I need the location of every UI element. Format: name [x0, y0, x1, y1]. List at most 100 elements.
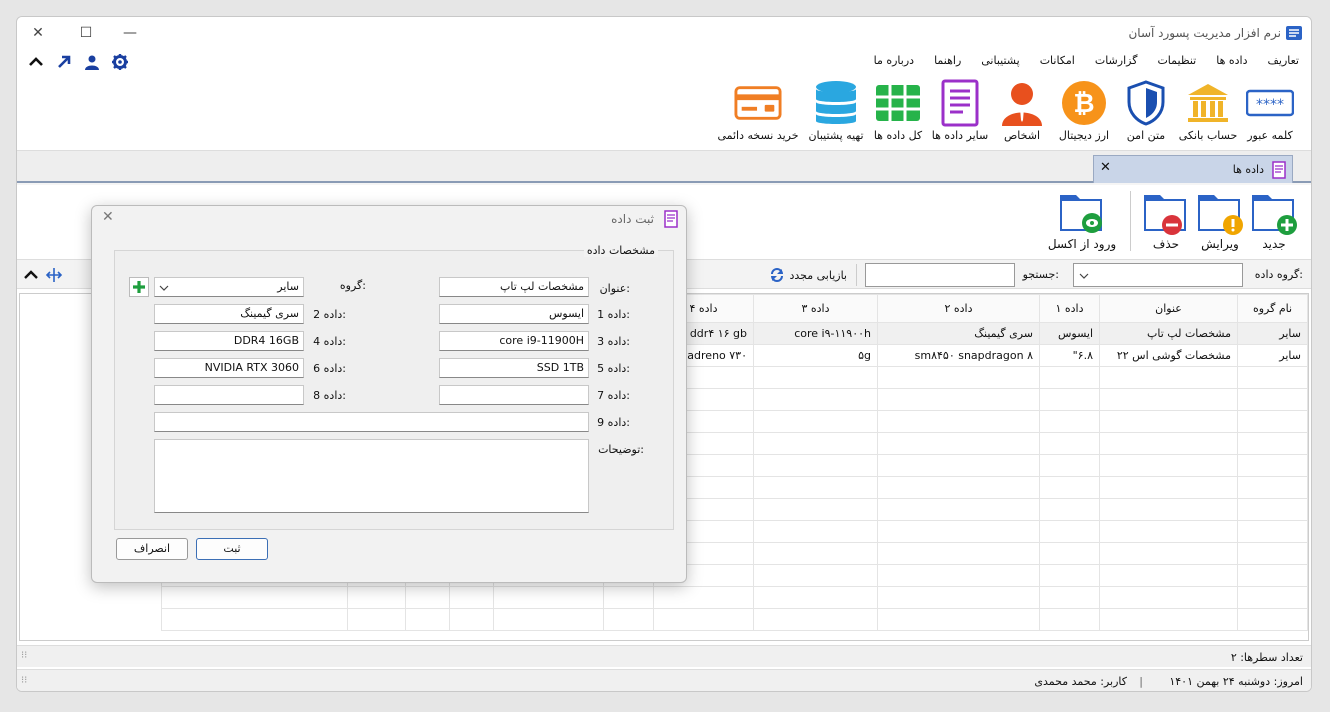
dialog-title: ثبت داده [611, 212, 654, 226]
ribbon-password[interactable]: **** کلمه عبور [1241, 79, 1299, 142]
ribbon-crypto-label: ارز دیجیتال [1058, 129, 1110, 142]
menu-help[interactable]: راهنما [934, 54, 961, 67]
refresh-button[interactable]: بازیابی مجدد [769, 267, 847, 283]
data1-field[interactable]: ایسوس [439, 304, 589, 324]
edit-button-label: ویرایش [1201, 237, 1239, 251]
ribbon-secure-text[interactable]: متن امن [1117, 79, 1175, 142]
data-details-title: مشخصات داده [583, 244, 658, 257]
search-label: جستجو: [1022, 268, 1059, 281]
tab-close-icon[interactable]: ✕ [1100, 160, 1111, 175]
ribbon-bank-label: حساب بانکی [1178, 129, 1238, 142]
new-button[interactable]: جدید [1247, 187, 1301, 251]
chevron-down-icon [159, 285, 169, 291]
svg-text:₿: ₿ [1073, 89, 1094, 119]
chevron-up-icon[interactable] [23, 267, 39, 283]
close-window-button[interactable]: ✕ [27, 23, 49, 43]
menu-about[interactable]: درباره ما [874, 54, 914, 67]
column-header[interactable]: داده ۲ [877, 294, 1040, 323]
ribbon-persons-label: اشخاص [1003, 129, 1041, 142]
title-field[interactable]: مشخصات لپ تاپ [439, 277, 589, 297]
edit-button[interactable]: ویرایش [1193, 187, 1247, 251]
menu-features[interactable]: امکانات [1040, 54, 1075, 67]
cancel-button[interactable]: انصراف [116, 538, 188, 560]
chevron-up-icon[interactable] [27, 53, 45, 71]
app-title: نرم افزار مدیریت پسورد آسان [1128, 26, 1281, 40]
grip-icon: ⁝⁝ [21, 650, 28, 661]
menu-data[interactable]: داده ها [1216, 54, 1247, 67]
column-header[interactable]: داده ۱ [1039, 294, 1100, 323]
import-excel-button[interactable]: ورود از اکسل [1042, 187, 1122, 251]
data2-label: داده 2: [313, 308, 346, 321]
document-tabs: ✕ داده ها [17, 151, 1311, 183]
ribbon-persons[interactable]: اشخاص [993, 79, 1051, 142]
minimize-window-button[interactable]: — [119, 23, 141, 43]
column-header[interactable]: عنوان [1099, 294, 1238, 323]
group-select[interactable]: سایر [154, 277, 304, 297]
ribbon-backup[interactable]: تهیه پشتیبان [807, 79, 865, 142]
group-filter-select[interactable] [1073, 263, 1243, 287]
group-field-label: گروه: [339, 279, 366, 292]
maximize-window-button[interactable]: ☐ [75, 23, 97, 43]
folder-warning-icon [1198, 195, 1243, 235]
menu-definitions[interactable]: تعاریف [1268, 54, 1299, 67]
ribbon-crypto[interactable]: ₿ ارز دیجیتال [1055, 79, 1113, 142]
delete-button-label: حذف [1152, 237, 1180, 251]
data6-label: داده 6: [313, 362, 346, 375]
column-header[interactable]: داده ۳ [753, 294, 878, 323]
tab-data[interactable]: ✕ داده ها [1093, 155, 1293, 183]
ribbon-buy-license[interactable]: خرید نسخه دائمی [713, 79, 803, 142]
group-filter-label: گروه داده: [1254, 268, 1303, 281]
data5-label: داده 5: [597, 362, 630, 375]
cell-group: سایر [1237, 322, 1308, 345]
menu-items: تعاریف داده ها تنظیمات گزارشات امکانات پ… [874, 54, 1299, 67]
add-group-button[interactable] [129, 277, 149, 297]
person-icon [1002, 83, 1042, 126]
gear-icon[interactable] [111, 53, 129, 71]
delete-button[interactable]: حذف [1139, 187, 1193, 251]
today-date: امروز: دوشنبه ۲۴ بهمن ۱۴۰۱ [1169, 675, 1303, 688]
data3-field[interactable]: core i9-11900H [439, 331, 589, 351]
data7-field[interactable] [439, 385, 589, 405]
shield-icon [1127, 80, 1165, 126]
menu-settings[interactable]: تنظیمات [1157, 54, 1196, 67]
data5-field[interactable]: SSD 1TB [439, 358, 589, 378]
data2-field[interactable]: سری گیمینگ [154, 304, 304, 324]
new-button-label: جدید [1262, 237, 1286, 251]
user-icon[interactable] [83, 53, 101, 71]
ribbon-all-data-label: کل داده ها [873, 129, 923, 142]
save-button[interactable]: ثبت [196, 538, 268, 560]
credit-card-icon [734, 86, 782, 120]
data6-field[interactable]: NVIDIA RTX 3060 [154, 358, 304, 378]
data-toolbar: جدید ویرایش حذف ورود از اکسل [1042, 187, 1301, 255]
refresh-icon [771, 268, 784, 282]
data8-field[interactable] [154, 385, 304, 405]
column-header[interactable]: نام گروه [1237, 294, 1308, 323]
data4-field[interactable]: DDR4 16GB [154, 331, 304, 351]
bank-icon [1188, 84, 1228, 122]
document-icon [664, 210, 678, 228]
cell-data-1: ۶.۸" [1039, 344, 1100, 367]
ribbon-bank[interactable]: حساب بانکی [1179, 79, 1237, 142]
ribbon-secure-text-label: متن امن [1126, 129, 1166, 142]
menu-reports[interactable]: گزارشات [1095, 54, 1138, 67]
description-label: توضیحات: [598, 443, 644, 456]
row-count: تعداد سطرها: ۲ [1230, 651, 1303, 664]
folder-add-icon [1252, 195, 1297, 235]
toolbar-separator [1130, 191, 1131, 251]
ribbon-other-data[interactable]: سایر داده ها [931, 79, 989, 142]
dialog-close-icon[interactable]: ✕ [102, 209, 114, 225]
search-input[interactable] [865, 263, 1015, 287]
menu-support[interactable]: پشتیبانی [981, 54, 1019, 67]
data9-field[interactable] [154, 412, 589, 432]
arrow-up-right-icon[interactable] [55, 53, 73, 71]
description-field[interactable] [154, 439, 589, 513]
document-icon [941, 79, 979, 127]
tab-data-label: داده ها [1232, 163, 1264, 176]
cell-title: مشخصات گوشی اس ۲۲ [1099, 344, 1238, 367]
ribbon-backup-label: تهیه پشتیبان [808, 129, 864, 142]
data3-label: داده 3: [597, 335, 630, 348]
resize-columns-icon[interactable] [45, 267, 63, 283]
menu-bar: تعاریف داده ها تنظیمات گزارشات امکانات پ… [17, 49, 1311, 75]
ribbon-all-data[interactable]: کل داده ها [869, 79, 927, 142]
ribbon: **** کلمه عبور حساب بانکی متن امن ₿ ارز … [17, 75, 1311, 151]
